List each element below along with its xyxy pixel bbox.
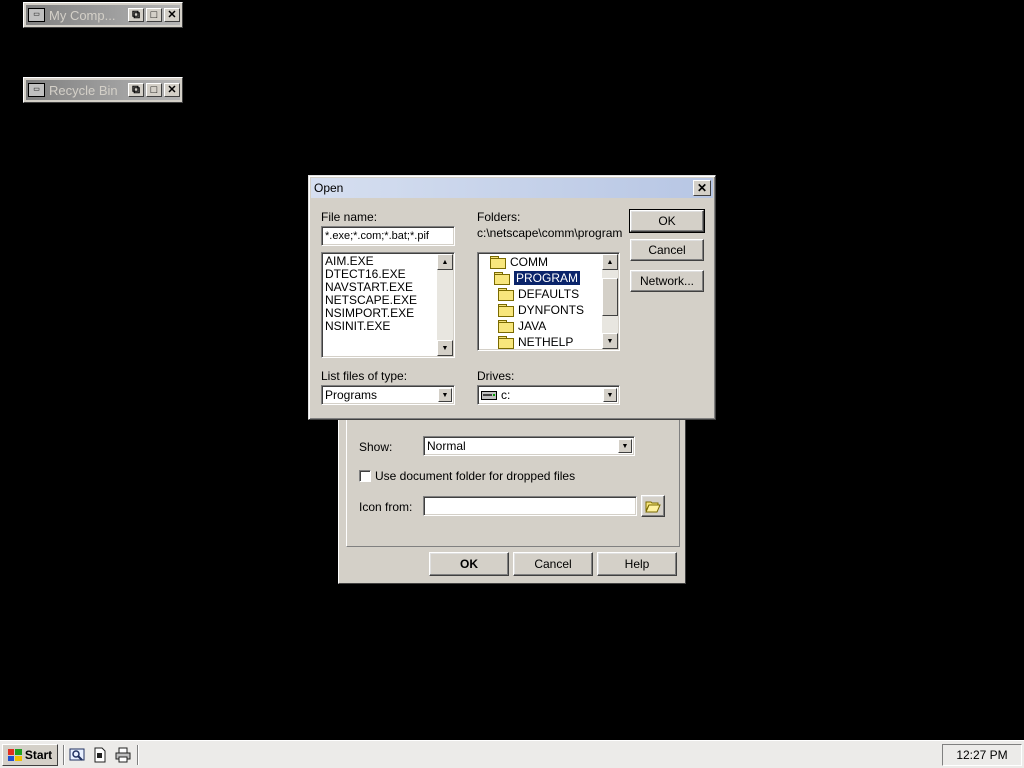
restore-button[interactable]: ⧉: [128, 83, 144, 97]
cancel-button[interactable]: Cancel: [630, 239, 704, 261]
folder-icon: [498, 336, 514, 349]
program-properties-dialog: Show: Normal ▼ Use document folder for d…: [338, 410, 686, 584]
drives-value: c:: [501, 388, 511, 402]
folder-icon: [498, 304, 514, 317]
taskbar: Start 12:27 PM: [0, 740, 1024, 768]
minimized-window-title: Recycle Bin: [49, 82, 118, 98]
chevron-down-icon[interactable]: ▼: [618, 439, 632, 453]
taskbar-divider: [137, 745, 139, 765]
show-select-value: Normal: [427, 439, 466, 453]
file-name-input[interactable]: *.exe;*.com;*.bat;*.pif: [321, 226, 455, 246]
clock: 12:27 PM: [956, 748, 1008, 762]
app-window-icon: ▭: [28, 8, 45, 22]
scroll-up-icon[interactable]: ▲: [602, 254, 618, 270]
scroll-down-icon[interactable]: ▼: [602, 333, 618, 349]
folder-name: JAVA: [518, 319, 547, 333]
folder-name: COMM: [510, 255, 548, 269]
show-select[interactable]: Normal ▼: [423, 436, 635, 456]
folder-tree-item[interactable]: PROGRAM: [480, 270, 617, 286]
windows-logo-icon: [7, 749, 22, 761]
file-list-scrollbar[interactable]: ▲ ▼: [437, 254, 453, 356]
ok-button[interactable]: OK: [629, 209, 705, 233]
open-dialog: Open ✕ File name: *.exe;*.com;*.bat;*.pi…: [308, 175, 716, 420]
browse-button[interactable]: [641, 495, 665, 517]
maximize-button[interactable]: □: [146, 83, 162, 97]
minimized-window-my-computer[interactable]: ▭ My Comp... ⧉ □ ✕: [23, 2, 183, 28]
hard-drive-icon: [481, 390, 497, 400]
document-icon[interactable]: [92, 747, 108, 763]
icon-from-input[interactable]: [423, 496, 637, 516]
dialog-title: Open: [314, 181, 344, 195]
folder-icon: [498, 288, 514, 301]
folder-name: NETHELP: [518, 335, 574, 349]
cancel-button[interactable]: Cancel: [513, 552, 593, 576]
close-button[interactable]: ✕: [164, 83, 180, 97]
folder-name: DEFAULTS: [518, 287, 580, 301]
folder-tree-scrollbar[interactable]: ▲ ▼: [602, 254, 618, 349]
minimized-window-title: My Comp...: [49, 7, 116, 23]
folder-name: DYNFONTS: [518, 303, 584, 317]
open-folder-icon: [494, 272, 510, 285]
folder-tree-item[interactable]: DYNFONTS: [480, 302, 617, 318]
explorer-icon[interactable]: [69, 747, 85, 763]
folder-name: PROGRAM: [514, 271, 581, 285]
scroll-up-icon[interactable]: ▲: [437, 254, 453, 270]
chevron-down-icon[interactable]: ▼: [603, 388, 617, 402]
file-list-item[interactable]: NSINIT.EXE: [325, 320, 451, 333]
drives-label: Drives:: [477, 369, 515, 383]
file-name-label: File name:: [321, 210, 378, 224]
folder-tree-item[interactable]: DEFAULTS: [480, 286, 617, 302]
network-button[interactable]: Network...: [630, 270, 704, 292]
file-name-value: *.exe;*.com;*.bat;*.pif: [325, 230, 429, 242]
drives-select[interactable]: c: ▼: [477, 385, 620, 405]
close-icon[interactable]: ✕: [693, 180, 711, 196]
properties-panel: Show: Normal ▼ Use document folder for d…: [346, 419, 680, 547]
minimized-window-recycle-bin[interactable]: ▭ Recycle Bin ⧉ □ ✕: [23, 77, 183, 103]
taskbar-divider: [63, 745, 65, 765]
icon-from-label: Icon from:: [359, 500, 413, 514]
maximize-button[interactable]: □: [146, 8, 162, 22]
current-path: c:\netscape\comm\program: [477, 226, 623, 240]
folder-tree-item[interactable]: NETHELP: [480, 334, 617, 350]
open-dialog-titlebar[interactable]: Open ✕: [311, 178, 713, 198]
ok-button[interactable]: OK: [429, 552, 509, 576]
open-folder-icon: [490, 256, 506, 269]
folder-tree[interactable]: COMM PROGRAM DEFAULTS DYNFONTS JAVA NETHELP ▲…: [477, 252, 620, 351]
list-files-type-label: List files of type:: [321, 369, 408, 383]
system-tray-clock[interactable]: 12:27 PM: [942, 744, 1022, 766]
folders-label: Folders:: [477, 210, 521, 224]
restore-button[interactable]: ⧉: [128, 8, 144, 22]
help-button[interactable]: Help: [597, 552, 677, 576]
open-folder-icon: [645, 501, 661, 512]
use-document-folder-label: Use document folder for dropped files: [375, 469, 576, 483]
start-button[interactable]: Start: [2, 744, 58, 766]
close-button[interactable]: ✕: [164, 8, 180, 22]
scroll-down-icon[interactable]: ▼: [437, 340, 453, 356]
folder-tree-item[interactable]: COMM: [480, 254, 617, 270]
folder-tree-item[interactable]: JAVA: [480, 318, 617, 334]
file-type-value: Programs: [325, 388, 378, 402]
show-label: Show:: [359, 440, 393, 454]
file-type-select[interactable]: Programs ▼: [321, 385, 455, 405]
chevron-down-icon[interactable]: ▼: [438, 388, 452, 402]
printer-icon[interactable]: [115, 747, 131, 763]
start-label: Start: [24, 748, 53, 762]
file-list[interactable]: AIM.EXE DTECT16.EXE NAVSTART.EXE NETSCAPE.E…: [321, 252, 455, 358]
app-window-icon: ▭: [28, 83, 45, 97]
scroll-thumb[interactable]: [602, 278, 618, 316]
folder-icon: [498, 320, 514, 333]
use-document-folder-checkbox[interactable]: [359, 470, 371, 482]
